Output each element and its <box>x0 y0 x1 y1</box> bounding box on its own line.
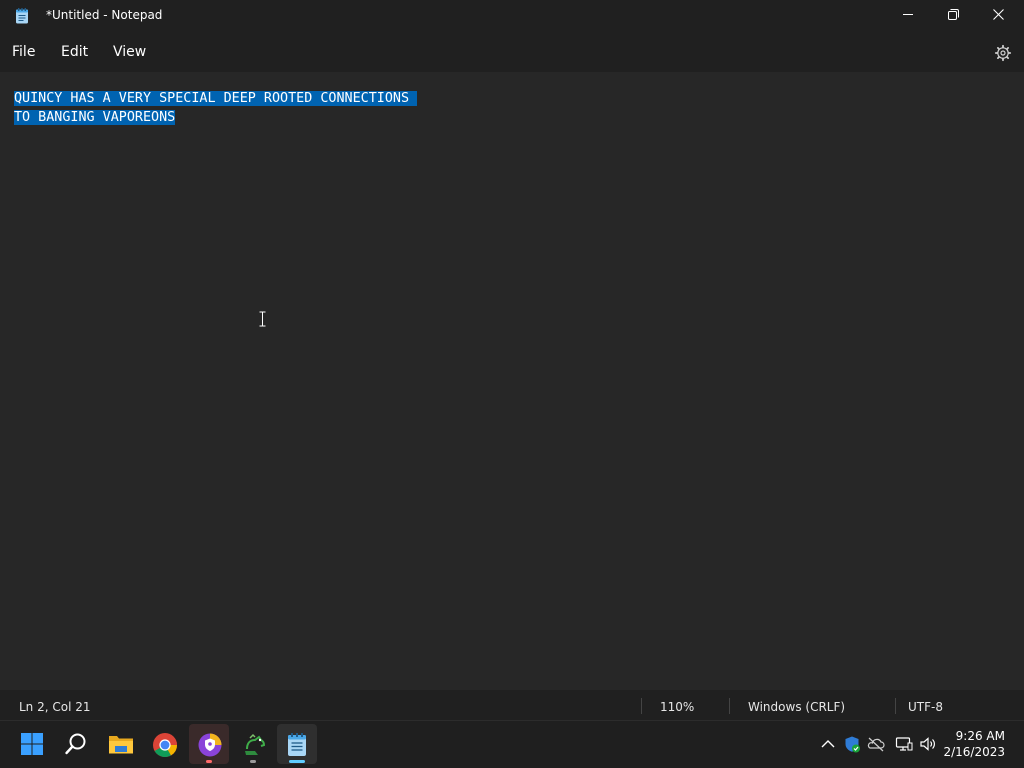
encoding: UTF-8 <box>908 700 943 714</box>
chrome-icon <box>153 733 177 758</box>
editor-content[interactable]: QUINCY HAS A VERY SPECIAL DEEP ROOTED CO… <box>14 89 418 127</box>
selected-text-line: TO BANGING VAPOREONS <box>14 110 176 125</box>
clock-date[interactable]: 2/16/2023 <box>935 745 1005 759</box>
notepad-taskbar-button[interactable] <box>277 724 317 764</box>
restore-button[interactable] <box>930 0 976 32</box>
restore-icon <box>948 9 959 20</box>
active-indicator <box>289 760 305 763</box>
title-bar: *Untitled - Notepad <box>0 0 1024 32</box>
line-ending: Windows (CRLF) <box>748 700 846 714</box>
text-editor[interactable]: QUINCY HAS A VERY SPECIAL DEEP ROOTED CO… <box>0 72 1024 690</box>
running-indicator <box>206 760 212 763</box>
menu-bar: File Edit View <box>0 32 1024 72</box>
file-explorer-icon <box>109 736 133 754</box>
close-icon <box>993 9 1004 20</box>
zoom-level: 110% <box>660 700 695 714</box>
window-title: *Untitled - Notepad <box>46 8 163 22</box>
running-indicator <box>250 760 256 763</box>
security-shield-icon[interactable] <box>843 735 861 753</box>
python-app-button[interactable] <box>233 724 273 764</box>
cursor-position: Ln 2, Col 21 <box>19 700 91 714</box>
menu-view[interactable]: View <box>113 44 146 60</box>
gear-icon[interactable] <box>992 42 1014 64</box>
search-button[interactable] <box>56 724 96 764</box>
search-icon <box>65 733 86 755</box>
status-bar: Ln 2, Col 21 110% Windows (CRLF) UTF-8 <box>0 690 1024 720</box>
file-explorer-button[interactable] <box>100 724 140 764</box>
network-icon[interactable] <box>895 735 913 753</box>
chevron-up-icon[interactable] <box>819 735 837 753</box>
start-button[interactable] <box>12 724 52 764</box>
menu-edit[interactable]: Edit <box>61 44 88 60</box>
status-divider <box>729 698 730 714</box>
minimize-icon <box>903 14 913 15</box>
close-button[interactable] <box>976 0 1022 32</box>
browser-shield-button[interactable] <box>189 724 229 764</box>
status-divider <box>895 698 896 714</box>
notepad-icon <box>16 8 28 24</box>
python-app-icon <box>245 733 266 755</box>
minimize-button[interactable] <box>885 0 931 32</box>
clock-time[interactable]: 9:26 AM <box>935 729 1005 743</box>
chrome-button[interactable] <box>144 724 184 764</box>
status-divider <box>641 698 642 714</box>
notepad-icon <box>288 733 306 756</box>
menu-file[interactable]: File <box>12 44 35 60</box>
text-cursor-icon <box>259 311 266 327</box>
browser-shield-icon <box>198 733 222 757</box>
windows-start-icon <box>21 733 43 755</box>
selected-text-line: QUINCY HAS A VERY SPECIAL DEEP ROOTED CO… <box>14 91 410 106</box>
selection-trailing-space <box>409 91 418 106</box>
onedrive-offline-icon[interactable] <box>867 735 885 753</box>
